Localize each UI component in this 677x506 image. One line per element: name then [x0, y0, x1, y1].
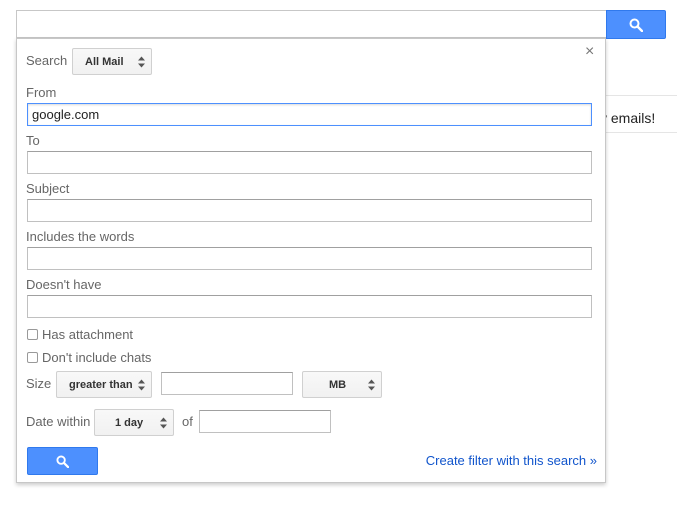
close-icon[interactable]: ×	[585, 44, 594, 60]
size-operator-value: greater than	[69, 378, 133, 391]
doesnt-have-field[interactable]	[27, 295, 592, 318]
search-scope-select[interactable]: All Mail	[72, 48, 152, 75]
search-button[interactable]	[606, 10, 666, 39]
background-message-text: v emails!	[600, 110, 656, 126]
date-within-label: Date within	[26, 414, 91, 429]
search-input[interactable]	[16, 10, 606, 38]
doesnt-have-label: Doesn't have	[26, 277, 102, 292]
size-operator-select[interactable]: greater than	[56, 371, 152, 398]
subject-field[interactable]	[27, 199, 592, 222]
search-icon	[56, 454, 69, 468]
size-unit-value: MB	[329, 378, 347, 391]
subject-label: Subject	[26, 181, 70, 196]
select-arrows-icon	[160, 417, 167, 429]
size-unit-select[interactable]: MB	[302, 371, 382, 398]
select-arrows-icon	[138, 56, 145, 68]
background-divider-top	[606, 95, 677, 96]
to-field[interactable]	[27, 151, 592, 174]
from-field[interactable]: google.com	[27, 103, 592, 126]
to-label: To	[26, 133, 40, 148]
has-attachment-checkbox[interactable]	[27, 329, 38, 340]
create-filter-link[interactable]: Create filter with this search »	[426, 453, 597, 468]
dont-include-chats-label: Don't include chats	[42, 350, 152, 365]
search-scope-label: Search	[26, 53, 68, 68]
date-range-select[interactable]: 1 day	[94, 409, 174, 436]
size-value-field[interactable]	[161, 372, 293, 395]
includes-words-label: Includes the words	[26, 229, 135, 244]
from-label: From	[26, 85, 57, 100]
search-scope-value: All Mail	[85, 55, 124, 68]
date-value-field[interactable]	[199, 410, 331, 433]
dont-include-chats-checkbox[interactable]	[27, 352, 38, 363]
background-divider-bottom	[606, 132, 677, 133]
size-label: Size	[26, 376, 52, 391]
select-arrows-icon	[368, 379, 375, 391]
includes-words-field[interactable]	[27, 247, 592, 270]
search-icon	[629, 18, 643, 32]
run-search-button[interactable]	[27, 447, 98, 475]
select-arrows-icon	[138, 379, 145, 391]
has-attachment-label: Has attachment	[42, 327, 134, 342]
date-range-value: 1 day	[115, 416, 144, 429]
of-label: of	[182, 414, 193, 429]
